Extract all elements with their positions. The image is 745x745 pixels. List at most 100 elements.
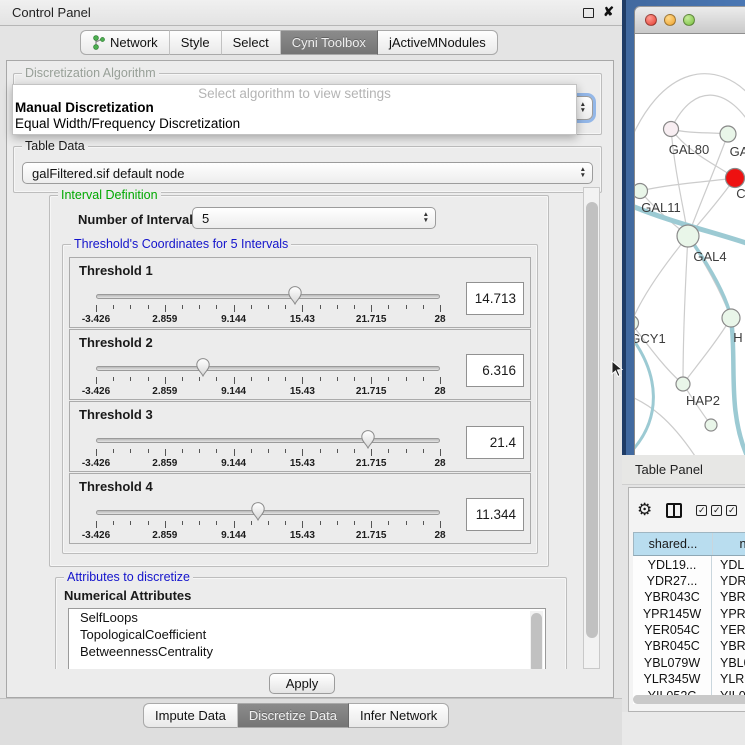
tick-label: 2.859 [152, 386, 177, 397]
network-node-c[interactable] [726, 169, 745, 188]
slider-track[interactable] [96, 438, 440, 443]
tick [130, 305, 131, 309]
tab-label: Discretize Data [249, 708, 337, 723]
slider-track[interactable] [96, 294, 440, 299]
tick-label: 2.859 [152, 530, 177, 541]
number-of-intervals-combobox[interactable]: 5 ▲▼ [192, 207, 436, 229]
gear-icon[interactable]: ⚙ [637, 500, 652, 520]
tick [388, 305, 389, 309]
tick [337, 449, 338, 453]
tab-cyni-toolbox[interactable]: Cyni Toolbox [281, 30, 378, 55]
tick [268, 377, 269, 381]
network-node-gal4[interactable] [677, 225, 699, 247]
column-header-shared-[interactable]: shared... [634, 533, 713, 555]
attribute-item-topologicalcoefficient[interactable]: TopologicalCoefficient [69, 626, 545, 643]
tick-label: 21.715 [356, 458, 387, 469]
network-icon [92, 35, 105, 50]
tab-discretize-data[interactable]: Discretize Data [238, 703, 349, 728]
tab-infer-network[interactable]: Infer Network [349, 703, 449, 728]
close-icon[interactable]: ✘ [603, 4, 614, 20]
slider-track[interactable] [96, 366, 440, 371]
threshold-value-field[interactable]: 6.316 [466, 354, 524, 387]
table-row[interactable]: YLR345WYLR3 [633, 671, 745, 687]
table-row[interactable]: YPR145WYPR1 [633, 605, 745, 621]
network-node-gal80[interactable] [664, 122, 679, 137]
tab-select[interactable]: Select [222, 30, 281, 55]
table-row[interactable]: YBR043CYBR0 [633, 589, 745, 605]
node-label: GAL80 [669, 142, 709, 157]
node-table[interactable]: shared...naYDL19...YDL1YDR27...YDR2YBR04… [633, 532, 745, 704]
slider-handle[interactable] [287, 285, 303, 305]
network-node-h[interactable] [722, 309, 740, 327]
list-scrollbar[interactable] [530, 611, 543, 669]
threshold-value-field[interactable]: 14.713 [466, 282, 524, 315]
slider-track[interactable] [96, 510, 440, 515]
network-canvas[interactable]: GAL80GACGAL11GAL4HGCY1HAP2 [635, 34, 745, 455]
table-cell: YLR345W [633, 671, 712, 687]
tick [302, 521, 303, 528]
zoom-traffic-light[interactable] [683, 14, 695, 26]
table-row[interactable]: YER054CYER0 [633, 622, 745, 638]
slider-handle[interactable] [250, 501, 266, 521]
tick [113, 449, 114, 453]
settings-scroll-area: Interval Definition Number of Intervals … [11, 185, 607, 669]
settings-scrollbar[interactable] [583, 187, 600, 669]
tab-label: Cyni Toolbox [292, 35, 366, 50]
tab-style[interactable]: Style [170, 30, 222, 55]
threshold-panel-3: Threshold 3-3.4262.8599.14415.4321.71528… [69, 401, 531, 472]
table-data-combobox[interactable]: galFiltered.sif default node ▲▼ [22, 162, 593, 184]
tab-network[interactable]: Network [80, 30, 170, 55]
columns-icon[interactable] [666, 503, 682, 518]
attribute-item-selfloops[interactable]: SelfLoops [69, 609, 545, 626]
network-node-gcy1[interactable] [635, 316, 639, 331]
column-header-na[interactable]: na [713, 533, 745, 555]
slider-handle[interactable] [360, 429, 376, 449]
tick-label: -3.426 [82, 314, 110, 325]
tick [165, 449, 166, 456]
threshold-value-field[interactable]: 11.344 [466, 498, 524, 531]
tick [371, 377, 372, 384]
checkbox-icon[interactable]: ✓ [696, 505, 707, 516]
numerical-attributes-list[interactable]: SelfLoopsTopologicalCoefficientBetweenne… [68, 608, 546, 669]
network-node-hap2[interactable] [676, 377, 690, 391]
tick [96, 521, 97, 528]
table-cell: YDL1 [712, 556, 745, 572]
checkbox-icon[interactable]: ✓ [711, 505, 722, 516]
node-label: HAP2 [686, 393, 720, 408]
tick-label: 2.859 [152, 458, 177, 469]
tick [320, 305, 321, 309]
network-node-gal11[interactable] [635, 184, 648, 199]
table-row[interactable]: YDR27...YDR2 [633, 572, 745, 588]
tab-impute-data[interactable]: Impute Data [143, 703, 238, 728]
tick [234, 377, 235, 384]
network-node[interactable] [705, 419, 717, 431]
table-hscrollbar[interactable] [633, 695, 745, 704]
tick [354, 305, 355, 309]
algorithm-option-manual[interactable]: Manual Discretization [15, 100, 154, 115]
float-window-icon[interactable] [583, 8, 594, 18]
tick [354, 521, 355, 525]
attribute-item-betweennesscentrality[interactable]: BetweennessCentrality [69, 643, 545, 660]
combo-value: 5 [202, 211, 209, 226]
attributes-group: Attributes to discretize Numerical Attri… [55, 577, 567, 669]
close-traffic-light[interactable] [645, 14, 657, 26]
threshold-value-field[interactable]: 21.4 [466, 426, 524, 459]
network-node-ga[interactable] [720, 126, 736, 142]
tick [165, 377, 166, 384]
algorithm-option-equal-width[interactable]: Equal Width/Frequency Discretization [15, 116, 240, 131]
table-panel: ⚙ ✓ ✓ ✓ shared...naYDL19...YDL1YDR27...Y… [628, 487, 745, 712]
screen: Control Panel ✘ NetworkStyleSelectCyni T… [0, 0, 745, 745]
slider-handle[interactable] [195, 357, 211, 377]
minimize-traffic-light[interactable] [664, 14, 676, 26]
table-cell: YPR1 [712, 605, 745, 621]
tick-label: 9.144 [221, 530, 246, 541]
table-row[interactable]: YBL079WYBL0 [633, 654, 745, 670]
checkbox-icon[interactable]: ✓ [726, 505, 737, 516]
apply-button[interactable]: Apply [269, 673, 335, 694]
tab-jactivemnodules[interactable]: jActiveMNodules [378, 30, 498, 55]
tick-label: -3.426 [82, 386, 110, 397]
table-row[interactable]: YDL19...YDL1 [633, 556, 745, 572]
tab-label: jActiveMNodules [389, 35, 486, 50]
table-row[interactable]: YBR045CYBR0 [633, 638, 745, 654]
tick [251, 521, 252, 525]
